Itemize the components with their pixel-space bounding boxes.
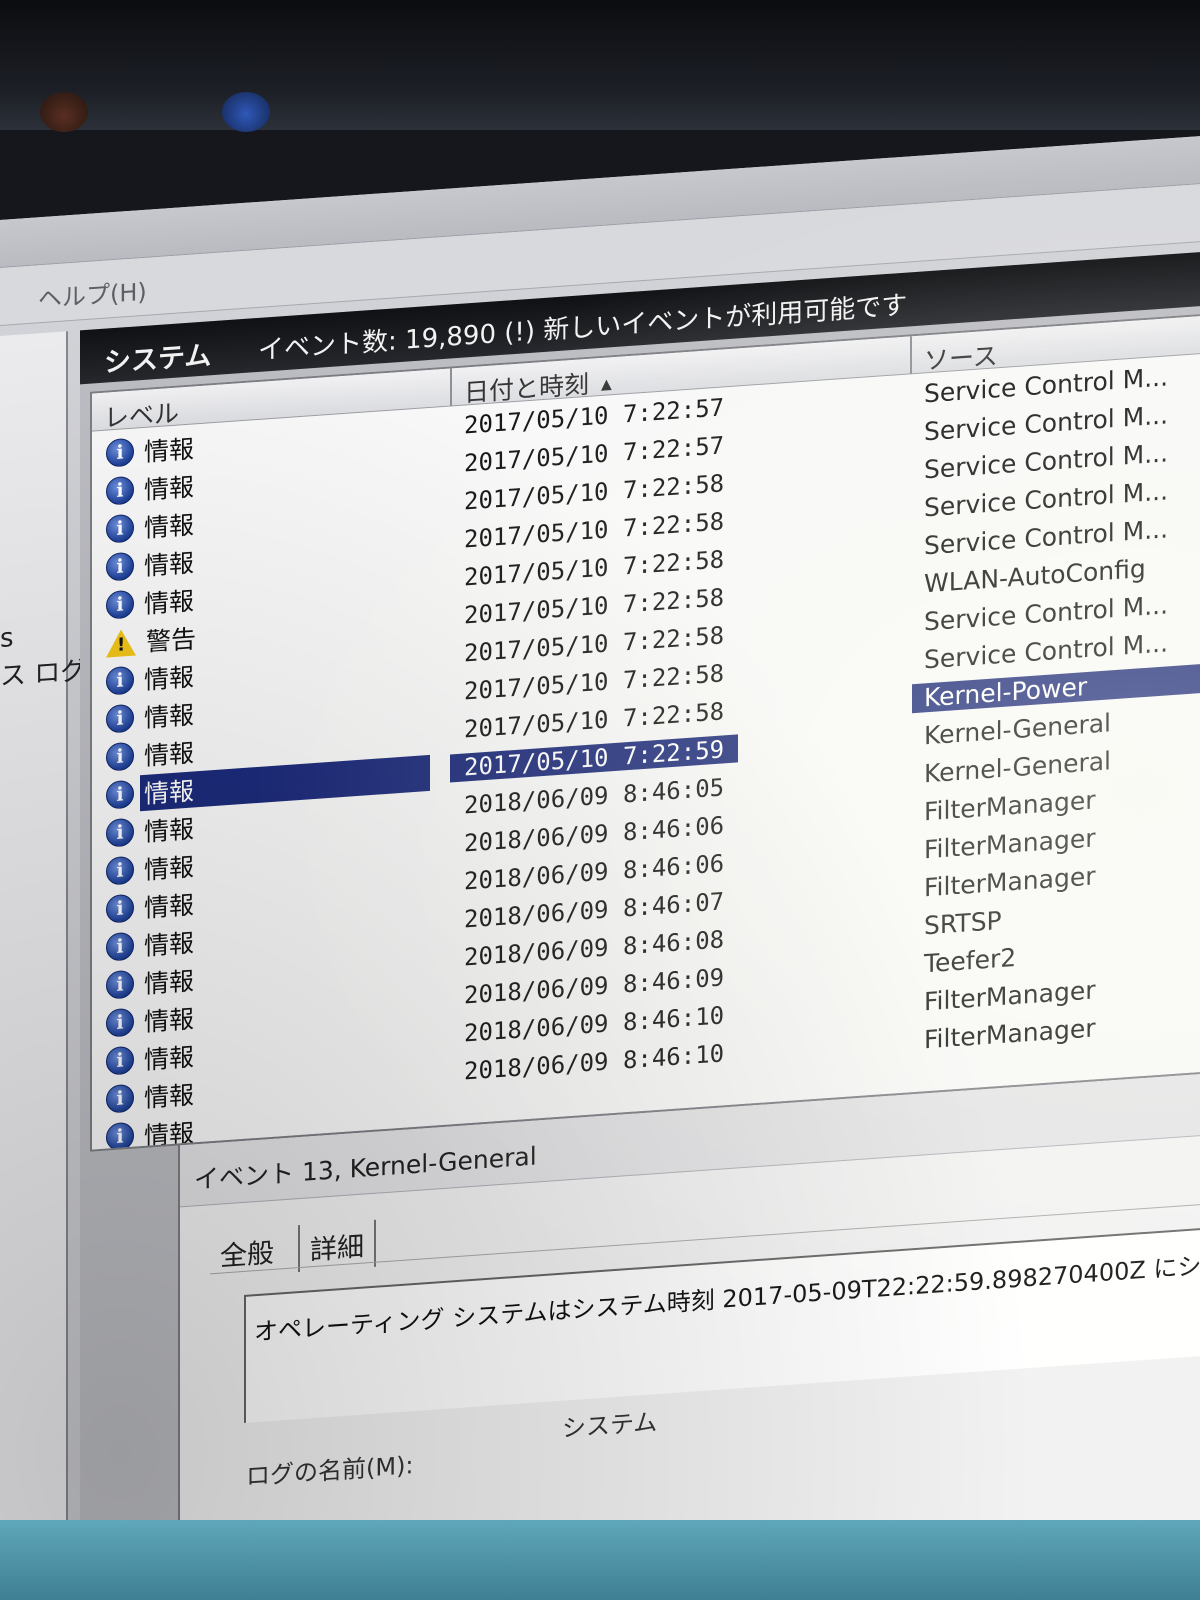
taskbar-browser-icon[interactable] [222, 92, 270, 132]
info-icon: i [106, 475, 134, 506]
info-icon: i [106, 665, 134, 696]
events-table-body: i 情報 2017/05/10 7:22:57 Service Control M..… [92, 341, 1200, 1152]
taskbar-app-icon[interactable] [40, 92, 88, 132]
level-text: 情報 [144, 472, 195, 505]
navigation-pane: s ス ログ [0, 331, 86, 1566]
event-message-box[interactable]: オペレーティング システムはシステム時刻 2017-05-09T22:22:59… [244, 1212, 1200, 1423]
level-text: 情報 [144, 586, 195, 619]
level-text: 情報 [144, 510, 195, 543]
info-icon: i [106, 969, 134, 1000]
info-icon: i [106, 513, 134, 544]
info-icon: i [106, 855, 134, 886]
info-icon: i [106, 931, 134, 962]
info-icon: i [106, 1083, 134, 1114]
info-icon: i [106, 779, 134, 810]
level-text: 情報 [144, 852, 195, 885]
event-viewer-window: ヘルプ(H) s ス ログ システム イベント数: 19,890 (!) 新しい… [0, 130, 1200, 1600]
info-icon: i [106, 893, 134, 924]
log-title: システム [104, 340, 212, 379]
level-text: 情報 [144, 1004, 195, 1037]
info-icon: i [106, 1121, 134, 1152]
level-text: 情報 [144, 966, 195, 999]
info-icon: i [106, 437, 134, 468]
info-icon: i [106, 551, 134, 582]
sort-ascending-icon: ▲ [601, 376, 612, 393]
level-text: 情報 [144, 738, 195, 771]
info-icon: i [106, 741, 134, 772]
level-text: 警告 [146, 624, 197, 657]
level-text: 情報 [144, 1080, 195, 1113]
event-detail-pane: イベント 13, Kernel-General 全般 詳細 オペレーティング シ… [178, 1056, 1200, 1600]
events-pane: システム イベント数: 19,890 (!) 新しいイベントが利用可能です レベ… [80, 236, 1200, 1600]
level-text: 情報 [144, 814, 195, 847]
level-text: 情報 [144, 928, 195, 961]
info-icon: i [106, 703, 134, 734]
source-cell: Teefer2 [924, 942, 1017, 979]
info-icon: i [106, 817, 134, 848]
info-icon: i [106, 1007, 134, 1038]
level-text: 情報 [144, 700, 195, 733]
warning-icon [106, 627, 136, 658]
level-text: 情報 [144, 548, 195, 581]
level-text: 情報 [144, 890, 195, 923]
desk-surface [0, 1520, 1200, 1600]
level-text: 情報 [144, 1042, 195, 1075]
events-table: レベル 日付と時刻 ▲ ソース i 情報 2017/05/10 7:22:57 Serv… [90, 298, 1200, 1152]
log-name-label: ログの名前(M): [246, 1451, 414, 1491]
monitor-bezel [0, 0, 1200, 132]
log-name-value: システム [562, 1408, 658, 1443]
nav-item-partial[interactable]: s [0, 623, 14, 654]
info-icon: i [106, 589, 134, 620]
menu-help[interactable]: ヘルプ(H) [38, 272, 147, 315]
source-cell: SRTSP [924, 905, 1002, 941]
level-text: 情報 [144, 434, 195, 467]
nav-item-service-log[interactable]: ス ログ [0, 650, 86, 693]
level-text: 情報 [144, 662, 195, 695]
info-icon: i [106, 1045, 134, 1076]
